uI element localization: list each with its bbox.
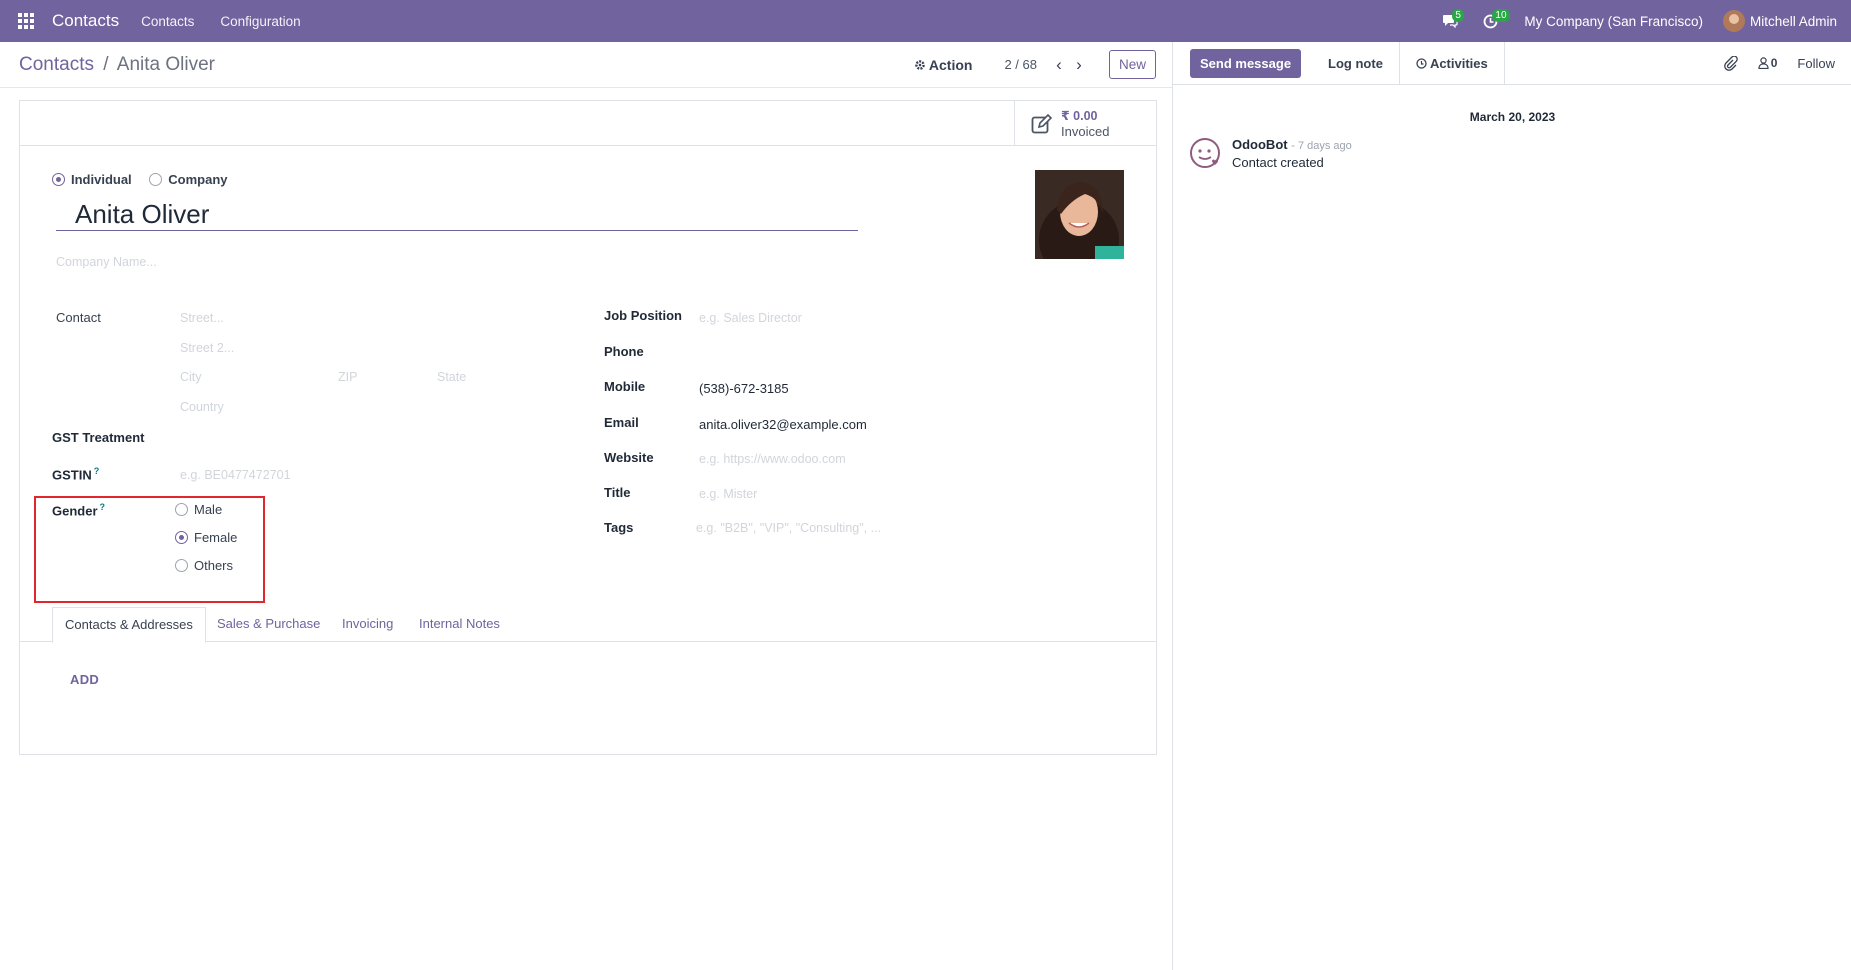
radio-individual[interactable]: Individual	[52, 172, 132, 187]
gstin-label: GSTIN?	[52, 466, 99, 482]
name-input[interactable]: Anita Oliver	[56, 197, 858, 231]
paperclip-icon[interactable]	[1723, 55, 1738, 71]
company-switcher[interactable]: My Company (San Francisco)	[1524, 14, 1703, 29]
messages-badge: 5	[1452, 9, 1464, 22]
zip-input[interactable]: ZIP	[338, 370, 357, 384]
website-input[interactable]: e.g. https://www.odoo.com	[699, 452, 846, 466]
state-select[interactable]: State	[437, 370, 466, 384]
app-menu-icon[interactable]	[0, 0, 52, 42]
country-select[interactable]: Country	[180, 400, 224, 414]
action-button[interactable]: Action	[914, 56, 973, 73]
radio-company-label: Company	[168, 172, 228, 187]
contact-photo[interactable]	[1035, 170, 1124, 259]
radio-company-dot[interactable]	[149, 173, 163, 186]
chatter-panel: Send message Log note Activities 0 Follo…	[1172, 42, 1851, 970]
activities-button-chatter[interactable]: Activities	[1398, 42, 1505, 84]
pager-previous-icon[interactable]: ‹	[1049, 55, 1069, 75]
contact-label: Contact	[56, 310, 101, 325]
user-name: Mitchell Admin	[1749, 13, 1837, 29]
send-message-button[interactable]: Send message	[1190, 48, 1302, 78]
user-avatar	[1722, 10, 1745, 32]
email-label: Email	[604, 415, 639, 430]
breadcrumb-root[interactable]: Contacts	[19, 54, 94, 75]
followers-count: 0	[1770, 56, 1778, 70]
action-label: Action	[928, 56, 973, 73]
edit-invoice-icon	[1031, 113, 1053, 133]
followers-button[interactable]: 0	[1758, 56, 1778, 70]
partner-type-radio-group: Individual Company	[52, 172, 242, 189]
phone-label: Phone	[604, 344, 644, 359]
follow-button[interactable]: Follow	[1797, 56, 1835, 71]
gst-treatment-label: GST Treatment	[52, 430, 145, 445]
job-position-label: Job Position	[604, 308, 682, 323]
user-menu[interactable]: Mitchell Admin	[1722, 10, 1837, 32]
breadcrumb-current: Anita Oliver	[116, 53, 215, 75]
menu-contacts[interactable]: Contacts	[141, 14, 194, 29]
mobile-input[interactable]: (538)-672-3185	[699, 381, 789, 396]
company-name-input[interactable]: Company Name...	[56, 255, 157, 269]
button-box: ₹ 0.00 Invoiced	[20, 101, 1156, 146]
app-name[interactable]: Contacts	[52, 11, 119, 31]
clock-icon	[1416, 57, 1427, 69]
street2-input[interactable]: Street 2...	[180, 341, 234, 355]
add-contact-button[interactable]: ADD	[70, 672, 99, 687]
radio-individual-label: Individual	[71, 172, 132, 187]
tab-invoicing[interactable]: Invoicing	[330, 607, 405, 642]
message-text: Contact created	[1232, 155, 1324, 170]
radio-company[interactable]: Company	[149, 172, 228, 187]
invoiced-label: Invoiced	[1061, 123, 1110, 139]
log-note-button[interactable]: Log note	[1328, 56, 1383, 71]
date-separator: March 20, 2023	[1469, 110, 1556, 124]
gstin-label-text: GSTIN	[52, 467, 92, 483]
pager-value[interactable]: 2 / 68	[1004, 57, 1037, 72]
activities-label: Activities	[1429, 55, 1488, 71]
city-input[interactable]: City	[180, 370, 202, 384]
pager-next-icon[interactable]: ›	[1069, 55, 1089, 75]
message-author[interactable]: OdooBot	[1232, 137, 1288, 152]
tab-contacts-addresses[interactable]: Contacts & Addresses	[52, 607, 206, 643]
chatter-divider	[1173, 84, 1851, 85]
tags-input[interactable]: e.g. "B2B", "VIP", "Consulting", ...	[696, 521, 881, 535]
tab-sales-purchase[interactable]: Sales & Purchase	[205, 607, 332, 642]
top-navbar: Contacts Contacts Configuration 5 10 My …	[0, 0, 1851, 42]
title-select[interactable]: e.g. Mister	[699, 487, 757, 501]
tab-internal-notes[interactable]: Internal Notes	[407, 607, 512, 642]
user-icon	[1758, 57, 1769, 69]
gear-icon	[915, 59, 925, 70]
mobile-label: Mobile	[604, 379, 646, 394]
invoiced-value: ₹ 0.00	[1061, 108, 1098, 123]
chatter-message: OdooBot - 7 days ago Contact created	[1189, 137, 1352, 171]
website-label: Website	[604, 450, 654, 465]
message-time: - 7 days ago	[1291, 140, 1352, 152]
activities-button[interactable]: 10	[1470, 0, 1510, 42]
radio-individual-dot[interactable]	[52, 173, 65, 186]
title-label: Title	[604, 485, 631, 500]
gstin-help-icon[interactable]: ?	[94, 466, 100, 476]
gstin-input[interactable]: e.g. BE0477472701	[180, 468, 291, 482]
street-input[interactable]: Street...	[180, 311, 224, 325]
gender-highlight-box	[34, 496, 265, 603]
chatter-topbar: Send message Log note Activities 0 Follo…	[1173, 42, 1851, 84]
messages-button[interactable]: 5	[1430, 0, 1470, 42]
breadcrumb-separator: /	[103, 53, 109, 75]
new-button[interactable]: New	[1108, 50, 1156, 79]
tags-label: Tags	[604, 520, 634, 535]
job-position-input[interactable]: e.g. Sales Director	[699, 311, 802, 325]
email-input[interactable]: anita.oliver32@example.com	[699, 417, 867, 432]
notebook-tabs: Contacts & Addresses Sales & Purchase In…	[20, 607, 1156, 643]
breadcrumb: Contacts / Anita Oliver	[19, 54, 215, 76]
menu-configuration[interactable]: Configuration	[220, 14, 300, 29]
invoiced-stat-button[interactable]: ₹ 0.00 Invoiced	[1014, 101, 1156, 146]
control-panel: Contacts / Anita Oliver Action 2 / 68 ‹ …	[0, 42, 1172, 88]
activities-badge: 10	[1492, 9, 1510, 22]
form-sheet: ₹ 0.00 Invoiced Individual Company Anita…	[19, 100, 1157, 755]
odoobot-avatar-icon	[1190, 138, 1220, 168]
